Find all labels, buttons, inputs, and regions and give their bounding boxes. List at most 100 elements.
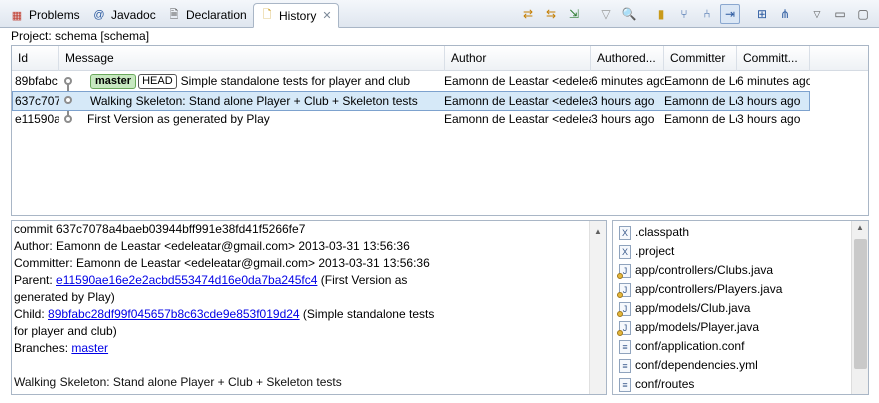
child-message: (Simple standalone tests	[299, 307, 435, 321]
file-name: conf/routes	[635, 377, 695, 391]
tab-javadoc[interactable]: @ Javadoc	[86, 3, 162, 27]
commit-table: Id Message Author Authored... Committer …	[11, 45, 869, 216]
tab-declaration[interactable]: 🗎 Declaration	[161, 3, 253, 27]
parent-label: Parent:	[14, 273, 57, 287]
list-item[interactable]: X .classpath	[619, 223, 689, 242]
child-commit-link[interactable]: 89bfabc28df99f045657b8c63cde9e853f019d24	[48, 307, 300, 321]
sync-icon[interactable]: ⇄	[518, 4, 538, 24]
list-item[interactable]: ≡ conf/application.conf	[619, 337, 744, 356]
file-name: conf/application.conf	[635, 339, 745, 353]
child-line: Child: 89bfabc28df99f045657b8c63cde9e853…	[14, 307, 434, 321]
commit-id: 637c707	[15, 94, 59, 108]
java-file-icon: J	[617, 320, 631, 336]
tab-history[interactable]: 🗋 History ✕	[253, 3, 339, 28]
list-item[interactable]: J app/controllers/Clubs.java	[617, 261, 774, 280]
commit-message-full: Walking Skeleton: Stand alone Player + C…	[14, 375, 342, 389]
column-header-author[interactable]: Author	[445, 46, 591, 71]
compare-icon[interactable]: ⇆	[541, 4, 561, 24]
table-row[interactable]: 89bfabc master HEAD Simple standalone test…	[12, 72, 810, 90]
list-item[interactable]: J app/controllers/Players.java	[617, 280, 783, 299]
scroll-up-icon[interactable]: ▲	[852, 223, 868, 232]
history-icon: 🗋	[262, 9, 272, 21]
detail-scrollbar[interactable]: ▲	[589, 221, 606, 394]
parent-commit-link[interactable]: e11590ae16e2e2acbd553474d16e0da7ba245fc4	[56, 273, 317, 287]
commit-graph-node	[64, 77, 72, 85]
tab-label: History	[279, 8, 317, 23]
switch-icon[interactable]: ⊞	[752, 4, 772, 24]
text-file-icon: ≡	[619, 358, 631, 373]
commit-id: e11590a	[15, 112, 59, 126]
column-header-committer[interactable]: Committer	[664, 46, 737, 71]
text-file-icon: ≡	[619, 339, 631, 354]
list-item[interactable]: J app/models/Player.java	[617, 318, 760, 337]
list-item[interactable]: J app/models/Club.java	[617, 299, 751, 318]
list-item[interactable]: ≡ conf/routes	[619, 375, 694, 394]
parent-message: (First Version as	[317, 273, 408, 287]
commit-committer: Eamonn de Le	[664, 94, 737, 108]
commit-message-cell: master HEAD Simple standalone tests for pl…	[90, 72, 445, 90]
view-menu-icon[interactable]: ⋔	[775, 4, 795, 24]
commit-authored-date: 6 minutes ago	[591, 74, 664, 88]
commit-authored-date: 3 hours ago	[591, 112, 655, 126]
commit-graph-node	[64, 96, 72, 104]
tab-label: Problems	[29, 8, 80, 22]
file-name: .classpath	[635, 225, 690, 239]
commit-author: Eamonn de Leastar <edelea	[444, 74, 591, 88]
table-row-selected[interactable]: 637c707 Walking Skeleton: Stand alone Pl…	[12, 91, 810, 111]
java-file-icon: J	[617, 301, 631, 317]
commit-message: First Version as generated by Play	[87, 112, 270, 126]
file-name: .project	[635, 244, 675, 258]
table-row[interactable]: e11590a First Version as generated by Pl…	[12, 110, 810, 128]
commit-committed-date: 6 minutes ago	[737, 74, 810, 88]
file-name: app/controllers/Clubs.java	[635, 263, 774, 277]
table-header: Id Message Author Authored... Committer …	[12, 46, 868, 71]
column-header-message[interactable]: Message	[59, 46, 445, 71]
repository-icon[interactable]: ▮	[651, 4, 671, 24]
parent-message-cont: generated by Play)	[14, 290, 115, 304]
column-header-id[interactable]: Id	[12, 46, 59, 71]
commit-graph-node	[64, 115, 72, 123]
branches-line: Branches: master	[14, 341, 108, 355]
view-tab-bar: ▦ Problems @ Javadoc 🗎 Declaration 🗋 His…	[0, 0, 879, 28]
search-icon[interactable]: 🔍	[619, 4, 639, 24]
compare-mode-icon[interactable]: ⇥	[720, 4, 740, 24]
list-item[interactable]: ≡ conf/dependencies.yml	[619, 356, 758, 375]
commit-detail-pane[interactable]: commit 637c7078a4baeb03944bff991e38fd41f…	[11, 220, 607, 395]
scroll-up-icon[interactable]: ▲	[590, 223, 606, 239]
maximize-icon[interactable]: ▢	[853, 4, 873, 24]
commit-author: Eamonn de Leastar <edelea	[444, 94, 591, 108]
parent-line: Parent: e11590ae16e2e2acbd553474d16e0da7…	[14, 273, 407, 287]
column-header-authored[interactable]: Authored...	[591, 46, 664, 71]
tab-label: Javadoc	[111, 8, 156, 22]
branch-link-master[interactable]: master	[71, 341, 108, 355]
text-file-icon: ≡	[619, 377, 631, 392]
author-line: Author: Eamonn de Leastar <edeleatar@gma…	[14, 239, 410, 253]
commit-message: Simple standalone tests for player and c…	[180, 74, 411, 88]
file-name: app/controllers/Players.java	[635, 282, 783, 296]
file-name: app/models/Club.java	[635, 301, 751, 315]
declaration-icon: 🗎	[169, 8, 179, 21]
problems-icon: ▦	[11, 9, 23, 22]
files-scrollbar[interactable]: ▲	[851, 221, 868, 394]
xml-file-icon: X	[619, 244, 631, 259]
list-item[interactable]: X .project	[619, 242, 674, 261]
close-icon[interactable]: ✕	[322, 9, 331, 22]
minimize-icon[interactable]: ▭	[830, 4, 850, 24]
link-icon[interactable]: ⇲	[564, 4, 584, 24]
commit-hash-line: commit 637c7078a4baeb03944bff991e38fd41f…	[14, 222, 306, 236]
head-label: HEAD	[138, 74, 177, 90]
java-file-icon: J	[617, 282, 631, 298]
javadoc-icon: @	[93, 9, 105, 21]
show-all-branches-icon[interactable]: ⑂	[674, 4, 694, 24]
filter-icon[interactable]: ▽	[596, 4, 616, 24]
chevron-down-icon[interactable]: ▽	[807, 4, 827, 24]
show-all-icon[interactable]: ⑃	[697, 4, 717, 24]
branches-label: Branches:	[14, 341, 72, 355]
file-name: app/models/Player.java	[635, 320, 760, 334]
changed-files-list[interactable]: X .classpath X .project J app/controller…	[612, 220, 869, 395]
child-label: Child:	[14, 307, 49, 321]
column-header-committed[interactable]: Committ...	[737, 46, 810, 71]
tab-label: Declaration	[186, 8, 247, 22]
tab-problems[interactable]: ▦ Problems	[4, 3, 86, 27]
scrollbar-thumb[interactable]	[854, 239, 867, 369]
